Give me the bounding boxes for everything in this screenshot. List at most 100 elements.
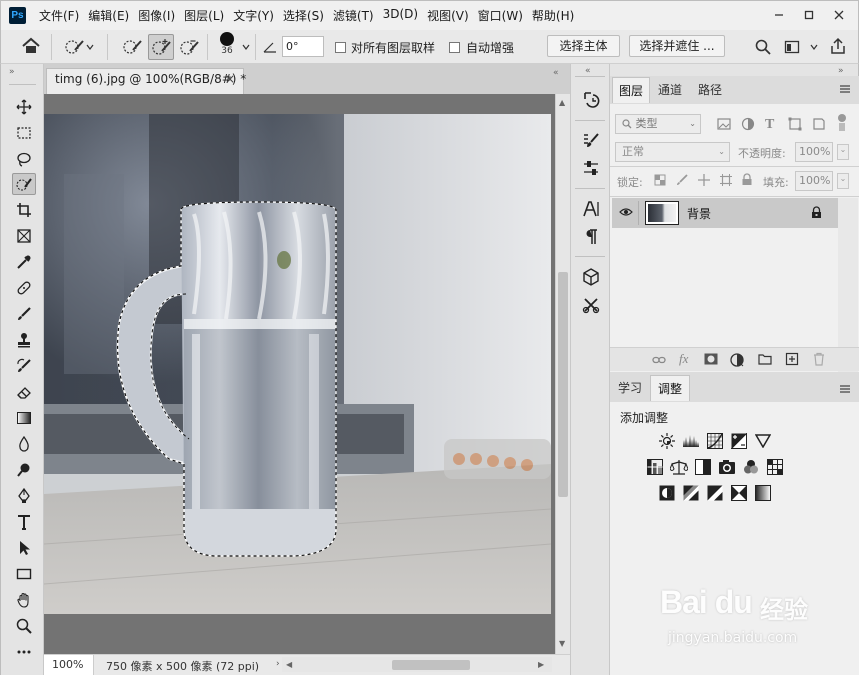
chevron-down-icon[interactable] [241, 42, 251, 52]
visibility-eye-icon[interactable] [619, 207, 633, 217]
pen-tool-icon[interactable] [12, 485, 36, 507]
paragraph-panel-icon[interactable] [580, 226, 602, 248]
menu-type[interactable]: 文字(Y) [233, 7, 274, 24]
lock-transparent-icon[interactable] [654, 174, 666, 186]
menu-filter[interactable]: 滤镜(T) [333, 7, 374, 24]
blur-tool-icon[interactable] [12, 433, 36, 455]
chevron-right-icon[interactable]: › [276, 659, 280, 669]
collapse-dock-icon[interactable]: « [585, 66, 591, 76]
angle-input[interactable]: 0° [282, 36, 324, 57]
exposure-icon[interactable] [730, 433, 748, 449]
blend-mode-select[interactable]: 正常 ⌄ [615, 142, 730, 162]
history-brush-tool-icon[interactable] [12, 355, 36, 377]
delete-layer-icon[interactable] [812, 352, 826, 366]
path-selection-tool-icon[interactable] [12, 537, 36, 559]
home-icon[interactable] [21, 37, 41, 55]
3d-panel-icon[interactable] [580, 266, 602, 288]
opacity-dropdown[interactable]: ⌄ [837, 144, 849, 160]
document-tab[interactable]: timg (6).jpg @ 100%(RGB/8#) * × [46, 68, 246, 94]
horizontal-scrollbar[interactable]: ◀ ▶ [282, 657, 552, 672]
channel-mixer-icon[interactable] [742, 459, 760, 475]
curves-icon[interactable] [706, 433, 724, 449]
brush-size-picker[interactable]: 36 [217, 32, 237, 57]
new-group-icon[interactable] [758, 353, 772, 365]
new-adjustment-layer-icon[interactable] [730, 353, 744, 367]
marquee-tool-icon[interactable] [12, 122, 36, 144]
opacity-input[interactable]: 100% [795, 142, 833, 162]
chevron-down-icon[interactable] [809, 42, 819, 52]
gradient-map-icon[interactable] [754, 485, 772, 501]
hue-saturation-icon[interactable] [646, 459, 664, 475]
tool-preset-picker[interactable] [63, 38, 95, 56]
invert-icon[interactable] [658, 485, 676, 501]
link-layers-icon[interactable] [652, 354, 666, 366]
clone-stamp-tool-icon[interactable] [12, 329, 36, 351]
scroll-left-icon[interactable]: ◀ [286, 660, 292, 669]
color-balance-icon[interactable] [670, 459, 688, 475]
add-to-selection-icon[interactable] [148, 34, 174, 60]
menu-select[interactable]: 选择(S) [283, 7, 324, 24]
filter-smart-object-icon[interactable] [812, 117, 826, 131]
tab-channels[interactable]: 通道 [650, 77, 690, 103]
threshold-icon[interactable] [706, 485, 724, 501]
zoom-tool-icon[interactable] [12, 615, 36, 637]
panel-menu-icon[interactable] [839, 84, 851, 94]
filter-adjustment-icon[interactable] [741, 117, 755, 131]
fill-dropdown[interactable]: ⌄ [837, 173, 849, 189]
sample-all-layers-checkbox[interactable] [335, 42, 346, 53]
tab-layers[interactable]: 图层 [612, 77, 650, 103]
vertical-scrollbar[interactable]: ▲ ▼ [555, 94, 570, 654]
collapse-toolbar-icon[interactable]: » [9, 67, 15, 77]
filter-toggle[interactable] [837, 113, 847, 133]
levels-icon[interactable] [682, 433, 700, 449]
healing-brush-tool-icon[interactable] [12, 277, 36, 299]
subtract-from-selection-icon[interactable] [178, 37, 200, 57]
crop-tool-icon[interactable] [12, 199, 36, 221]
tool-presets-icon[interactable] [580, 294, 602, 316]
photo-filter-icon[interactable] [718, 459, 736, 475]
lock-all-icon[interactable] [741, 173, 753, 186]
dodge-tool-icon[interactable] [12, 459, 36, 481]
panel-menu-icon[interactable] [839, 384, 851, 394]
layer-filter-select[interactable]: 类型 ⌄ [615, 114, 701, 134]
character-panel-icon[interactable] [580, 198, 602, 220]
select-subject-button[interactable]: 选择主体 [547, 35, 620, 57]
brush-tool-icon[interactable] [12, 303, 36, 325]
brushes-panel-icon[interactable] [580, 130, 602, 152]
selective-color-icon[interactable] [730, 485, 748, 501]
tab-paths[interactable]: 路径 [690, 77, 730, 103]
lock-artboard-icon[interactable] [720, 174, 732, 186]
collapse-panel-icon[interactable]: « [553, 68, 559, 78]
menu-3d[interactable]: 3D(D) [383, 7, 418, 24]
brush-settings-icon[interactable] [580, 157, 602, 179]
menu-help[interactable]: 帮助(H) [532, 7, 574, 24]
type-tool-icon[interactable] [12, 511, 36, 533]
close-tab-icon[interactable]: × [225, 72, 235, 86]
color-lookup-icon[interactable] [766, 459, 784, 475]
search-icon[interactable] [755, 39, 771, 55]
history-panel-icon[interactable] [580, 88, 602, 110]
frame-tool-icon[interactable] [12, 225, 36, 247]
eraser-tool-icon[interactable] [12, 381, 36, 403]
gradient-tool-icon[interactable] [12, 407, 36, 429]
menu-layer[interactable]: 图层(L) [184, 7, 224, 24]
filter-shape-icon[interactable] [788, 117, 802, 131]
hand-tool-icon[interactable] [12, 589, 36, 611]
layer-name[interactable]: 背景 [687, 205, 711, 222]
minimize-button[interactable] [766, 5, 792, 25]
collapse-right-icon[interactable]: » [838, 66, 844, 76]
filter-type-icon[interactable]: T [765, 117, 774, 133]
zoom-field[interactable]: 100% [44, 655, 94, 675]
layer-row[interactable]: 背景 [612, 198, 838, 228]
layer-effects-icon[interactable]: fx [679, 351, 688, 367]
lasso-tool-icon[interactable] [12, 148, 36, 170]
add-mask-icon[interactable] [704, 353, 718, 365]
rectangle-tool-icon[interactable] [12, 563, 36, 585]
auto-enhance-checkbox[interactable] [449, 42, 460, 53]
scroll-right-icon[interactable]: ▶ [538, 660, 544, 669]
select-and-mask-button[interactable]: 选择并遮住 ... [629, 35, 725, 57]
lock-position-icon[interactable] [698, 174, 710, 186]
workspace-icon[interactable] [784, 39, 800, 55]
share-icon[interactable] [829, 37, 847, 55]
tab-adjustments[interactable]: 调整 [650, 375, 690, 401]
